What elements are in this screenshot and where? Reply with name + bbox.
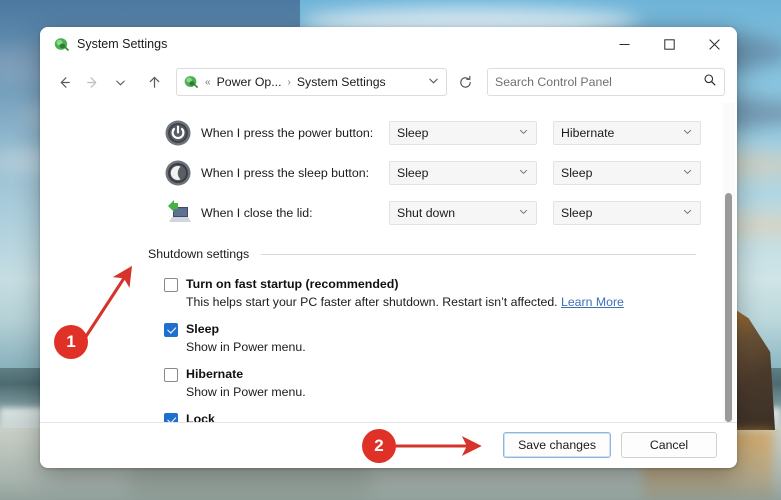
sleep-button-plugged-in-dropdown[interactable]: Sleep <box>553 161 701 185</box>
save-changes-button[interactable]: Save changes <box>503 432 611 458</box>
dropdown-value: Sleep <box>561 166 592 180</box>
dropdown-value: Shut down <box>397 206 455 220</box>
lock-checkbox[interactable] <box>164 413 178 422</box>
option-label: Hibernate <box>186 367 243 381</box>
forward-button[interactable] <box>78 68 106 96</box>
sleep-button-on-battery-dropdown[interactable]: Sleep <box>389 161 537 185</box>
option-label: Sleep <box>186 322 219 336</box>
scrollbar-thumb[interactable] <box>725 193 732 422</box>
option-description-text: This helps start your PC faster after sh… <box>186 295 561 309</box>
chevron-down-icon[interactable] <box>421 74 440 90</box>
search-icon[interactable] <box>703 73 717 92</box>
refresh-icon[interactable] <box>451 68 479 96</box>
option-label: Lock <box>186 412 215 422</box>
address-bar[interactable]: « Power Op... › System Settings <box>176 68 447 96</box>
desktop-background: System Settings <box>0 0 781 500</box>
title-bar: System Settings <box>40 27 737 61</box>
dropdown-value: Sleep <box>397 126 428 140</box>
option-description: Show in Power menu. <box>186 340 737 354</box>
shutdown-settings-section-header: Shutdown settings <box>148 247 696 261</box>
sleep-moon-icon <box>164 159 192 187</box>
chevron-down-icon <box>682 166 693 180</box>
settings-content: When I press the power button: Sleep Hib… <box>40 103 737 422</box>
breadcrumb-item-power-options[interactable]: Power Op... <box>217 75 282 89</box>
chevron-down-icon <box>682 206 693 220</box>
close-lid-on-battery-dropdown[interactable]: Shut down <box>389 201 537 225</box>
breadcrumb-item-system-settings[interactable]: System Settings <box>297 75 386 89</box>
content-scrollbar[interactable] <box>723 103 735 422</box>
power-button-label: When I press the power button: <box>201 126 389 140</box>
system-settings-window: System Settings <box>40 27 737 468</box>
sleep-button-label: When I press the sleep button: <box>201 166 389 180</box>
option-description: This helps start your PC faster after sh… <box>186 295 737 309</box>
recent-locations-button[interactable] <box>106 68 134 96</box>
close-lid-plugged-in-dropdown[interactable]: Sleep <box>553 201 701 225</box>
annotation-marker-2: 2 <box>362 429 396 463</box>
close-button[interactable] <box>692 27 737 61</box>
search-input[interactable] <box>495 75 703 89</box>
search-box[interactable] <box>487 68 725 96</box>
power-setting-row: When I close the lid: Shut down Sleep <box>40 193 737 233</box>
hibernate-checkbox[interactable] <box>164 368 178 382</box>
chevron-down-icon <box>518 206 529 220</box>
window-controls <box>602 27 737 61</box>
fast-startup-checkbox[interactable] <box>164 278 178 292</box>
section-divider <box>261 254 696 255</box>
dropdown-value: Sleep <box>397 166 428 180</box>
navigation-bar: « Power Op... › System Settings <box>40 61 737 103</box>
chevron-down-icon <box>518 126 529 140</box>
cancel-button[interactable]: Cancel <box>621 432 717 458</box>
power-button-plugged-in-dropdown[interactable]: Hibernate <box>553 121 701 145</box>
option-lock: Lock Show in account picture menu. <box>164 412 737 422</box>
power-options-icon <box>183 74 199 90</box>
power-button-on-battery-dropdown[interactable]: Sleep <box>389 121 537 145</box>
option-fast-startup: Turn on fast startup (recommended) This … <box>164 277 737 309</box>
dropdown-value: Hibernate <box>561 126 614 140</box>
power-setting-row: When I press the sleep button: Sleep Sle… <box>40 153 737 193</box>
chevron-down-icon <box>518 166 529 180</box>
close-lid-label: When I close the lid: <box>201 206 389 220</box>
sleep-checkbox[interactable] <box>164 323 178 337</box>
maximize-button[interactable] <box>647 27 692 61</box>
option-description: Show in Power menu. <box>186 385 737 399</box>
option-label: Turn on fast startup (recommended) <box>186 277 399 291</box>
dropdown-value: Sleep <box>561 206 592 220</box>
breadcrumb-separator: › <box>287 77 292 88</box>
option-hibernate: Hibernate Show in Power menu. <box>164 367 737 399</box>
up-button[interactable] <box>140 68 168 96</box>
back-button[interactable] <box>50 68 78 96</box>
annotation-marker-1: 1 <box>54 325 88 359</box>
option-sleep: Sleep Show in Power menu. <box>164 322 737 354</box>
window-title: System Settings <box>77 37 167 51</box>
chevron-down-icon <box>682 126 693 140</box>
power-button-icon <box>164 119 192 147</box>
minimize-button[interactable] <box>602 27 647 61</box>
section-label: Shutdown settings <box>148 247 249 261</box>
breadcrumb-overflow[interactable]: « <box>204 77 212 88</box>
learn-more-link[interactable]: Learn More <box>561 295 624 309</box>
power-setting-row: When I press the power button: Sleep Hib… <box>40 113 737 153</box>
power-plug-icon <box>53 36 70 53</box>
close-lid-icon <box>164 199 192 227</box>
